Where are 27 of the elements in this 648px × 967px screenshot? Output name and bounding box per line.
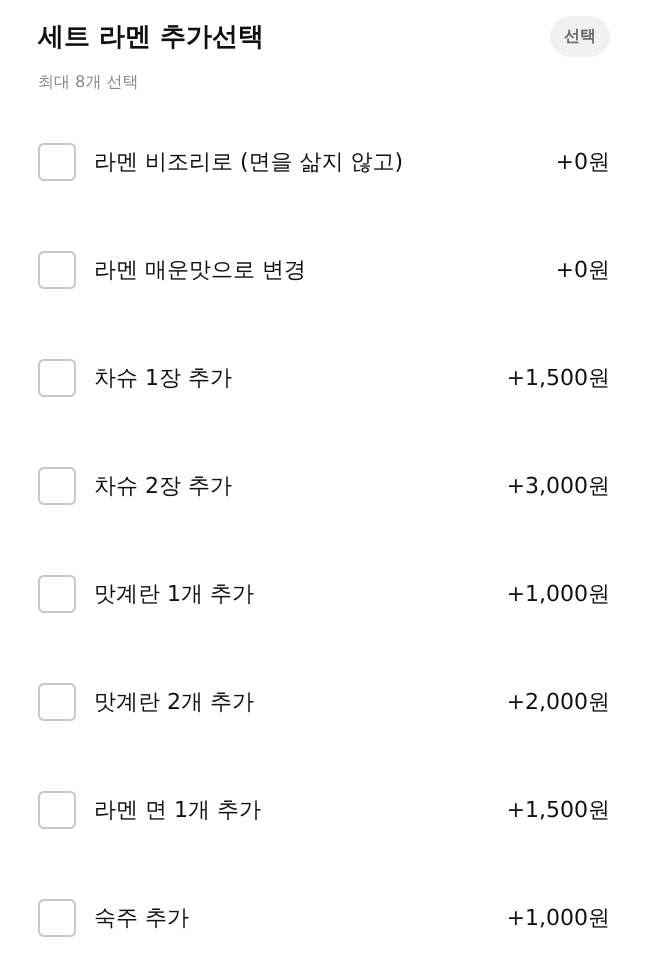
checkbox[interactable] (38, 791, 76, 829)
option-price: +1,500원 (506, 797, 610, 825)
option-price: +1,000원 (506, 905, 610, 933)
checkbox[interactable] (38, 467, 76, 505)
option-label: 차슈 1장 추가 (94, 365, 233, 393)
checkbox[interactable] (38, 359, 76, 397)
option-price: +0원 (556, 257, 610, 285)
checkbox[interactable] (38, 251, 76, 289)
option-price: +1,500원 (506, 365, 610, 393)
selection-badge: 선택 (550, 16, 610, 56)
option-label: 차슈 2장 추가 (94, 473, 233, 501)
option-price: +1,000원 (506, 581, 610, 609)
checkbox[interactable] (38, 575, 76, 613)
option-label: 라멘 면 1개 추가 (94, 797, 262, 825)
option-label: 라멘 비조리로 (면을 삶지 않고) (94, 149, 404, 177)
checkbox[interactable] (38, 683, 76, 721)
checkbox[interactable] (38, 143, 76, 181)
option-label: 라멘 매운맛으로 변경 (94, 257, 307, 285)
selection-limit-text: 최대 8개 선택 (38, 72, 140, 93)
option-price: +0원 (556, 149, 610, 177)
option-label: 숙주 추가 (94, 905, 190, 933)
section-title: 세트 라멘 추가선택 (38, 20, 264, 54)
option-price: +3,000원 (506, 473, 610, 501)
checkbox[interactable] (38, 899, 76, 937)
option-price: +2,000원 (506, 689, 610, 717)
option-label: 맛계란 1개 추가 (94, 581, 255, 609)
option-label: 맛계란 2개 추가 (94, 689, 255, 717)
